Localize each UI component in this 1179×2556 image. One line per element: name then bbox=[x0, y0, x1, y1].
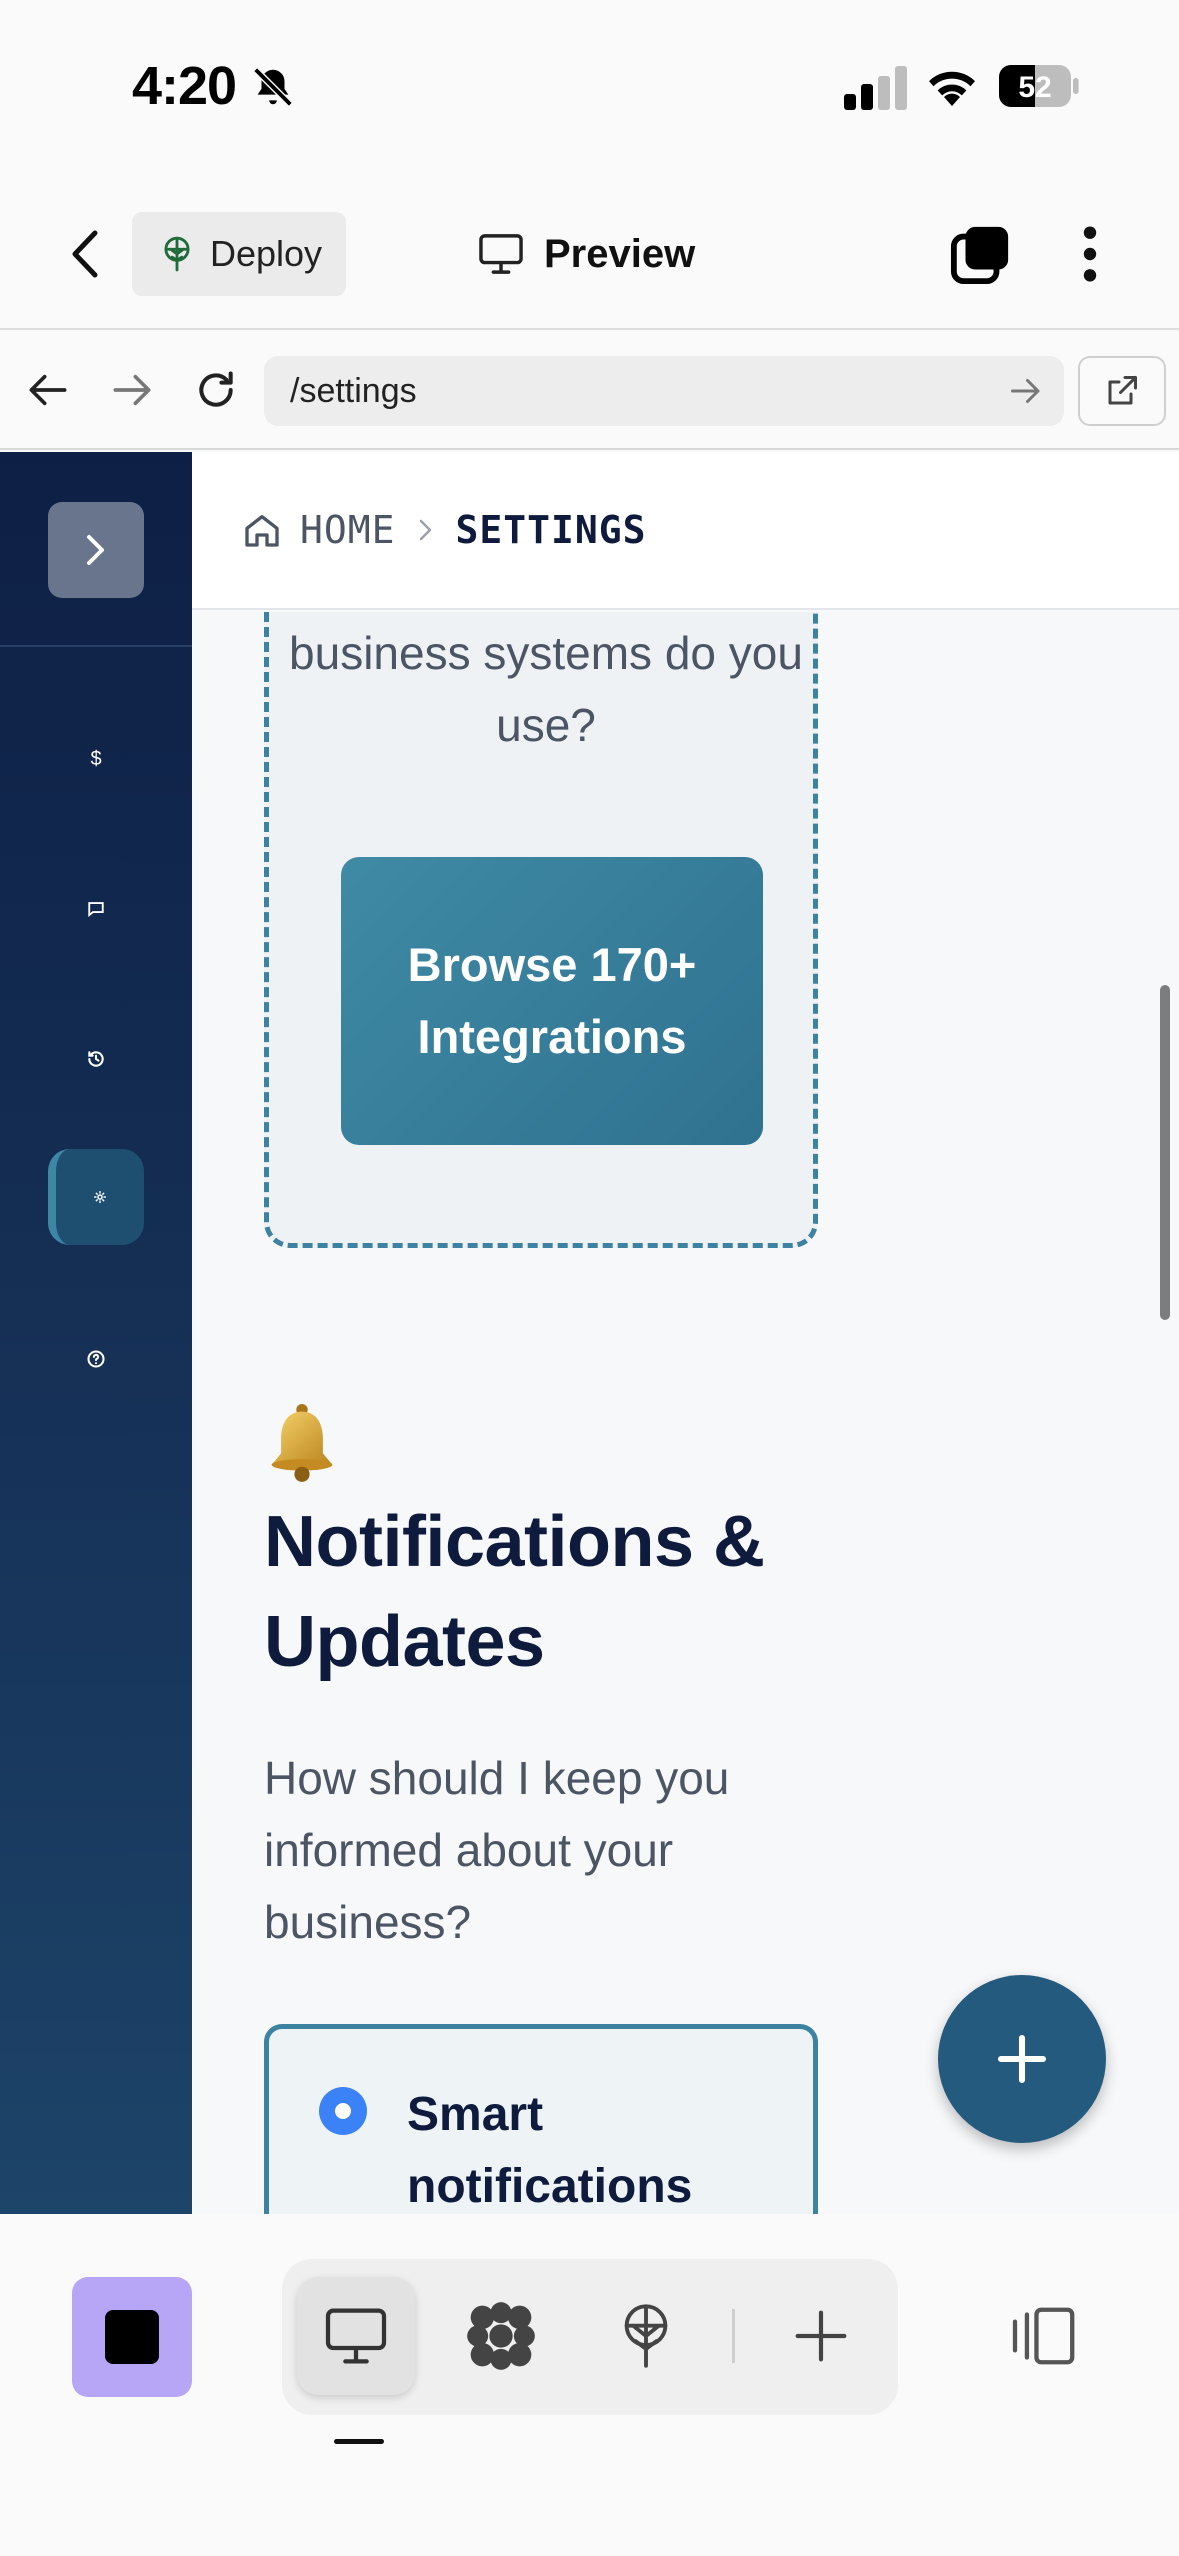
open-external-button[interactable] bbox=[1078, 356, 1166, 426]
refresh-icon bbox=[199, 371, 233, 407]
monitor-icon bbox=[479, 234, 523, 274]
browse-integrations-button[interactable]: Browse 170+ Integrations bbox=[341, 857, 763, 1145]
sidebar-item-help[interactable] bbox=[48, 1311, 144, 1407]
sidebar-item-history[interactable] bbox=[48, 1011, 144, 1107]
app-top-bar: Deploy Preview bbox=[0, 175, 1179, 330]
back-button[interactable] bbox=[58, 221, 114, 287]
deploy-tree-icon bbox=[624, 2304, 668, 2368]
sidebar-item-billing[interactable]: $ bbox=[48, 711, 144, 807]
browser-forward-button[interactable] bbox=[104, 362, 160, 418]
preview-title[interactable]: Preview bbox=[478, 221, 695, 287]
view-switcher bbox=[282, 2259, 898, 2415]
gear-icon bbox=[94, 1191, 106, 1203]
chevron-right-icon bbox=[87, 535, 104, 565]
sidebar-item-settings[interactable] bbox=[48, 1149, 144, 1245]
deploy-button[interactable]: Deploy bbox=[132, 212, 346, 296]
plus-icon bbox=[997, 2034, 1047, 2084]
breadcrumb: HOME SETTINGS bbox=[192, 452, 1179, 610]
bottom-toolbar bbox=[0, 2214, 1179, 2556]
blob-grid-icon bbox=[467, 2302, 535, 2370]
browser-bar: /settings bbox=[0, 332, 1179, 450]
stop-icon bbox=[105, 2310, 159, 2364]
scrollbar[interactable] bbox=[1160, 985, 1170, 1320]
dollar-icon: $ bbox=[90, 747, 102, 770]
preview-label: Preview bbox=[544, 231, 696, 276]
bell-slash-icon bbox=[253, 67, 293, 107]
arrow-left-icon bbox=[29, 374, 67, 406]
plus-icon bbox=[795, 2310, 847, 2362]
radio-selected[interactable] bbox=[319, 2087, 367, 2135]
integrations-question: business systems do you use? bbox=[289, 627, 803, 751]
notification-option-smart[interactable]: Smart notifications bbox=[264, 2024, 818, 2214]
wifi-icon bbox=[929, 71, 975, 106]
chevron-left-icon bbox=[72, 230, 98, 278]
help-circle-icon bbox=[87, 1350, 105, 1368]
deploy-tree-icon bbox=[164, 236, 190, 272]
deploy-label: Deploy bbox=[210, 233, 323, 274]
more-vertical-icon[interactable] bbox=[1070, 223, 1110, 285]
toolbar-separator bbox=[732, 2309, 735, 2363]
go-arrow-icon[interactable] bbox=[1008, 373, 1044, 409]
sidebar-item-messages[interactable] bbox=[48, 861, 144, 957]
url-text: /settings bbox=[290, 371, 417, 410]
stop-button[interactable] bbox=[72, 2277, 192, 2397]
add-fab-button[interactable] bbox=[938, 1975, 1106, 2143]
desktop-view-button[interactable] bbox=[297, 2277, 415, 2395]
monitor-icon bbox=[325, 2308, 387, 2364]
bell-icon bbox=[271, 1404, 333, 1482]
canvas-view-button[interactable] bbox=[442, 2277, 560, 2395]
external-link-icon bbox=[1108, 376, 1137, 405]
integrations-card: business systems do you use? Browse 170+… bbox=[264, 612, 818, 1248]
breadcrumb-current: SETTINGS bbox=[455, 508, 647, 552]
cellular-signal-icon bbox=[844, 66, 907, 110]
sidebar-divider bbox=[0, 645, 192, 647]
option-label: Smart notifications bbox=[407, 2088, 693, 2213]
chevron-right-icon bbox=[419, 519, 431, 541]
sidebar: $ bbox=[0, 452, 192, 2214]
reload-button[interactable] bbox=[188, 362, 244, 418]
settings-content: business systems do you use? Browse 170+… bbox=[192, 612, 1179, 2214]
tabs-icon[interactable] bbox=[950, 223, 1012, 285]
arrow-right-icon bbox=[113, 374, 151, 406]
status-time: 4:20 bbox=[132, 56, 237, 116]
history-icon bbox=[88, 1051, 104, 1067]
breadcrumb-home[interactable]: HOME bbox=[300, 508, 396, 552]
active-view-indicator bbox=[334, 2439, 384, 2444]
notifications-subtitle: How should I keep you informed about you… bbox=[264, 1752, 730, 1948]
deploy-view-button[interactable] bbox=[587, 2277, 705, 2395]
status-bar: 4:20 52 bbox=[0, 0, 1179, 175]
device-switch-icon bbox=[1012, 2307, 1075, 2365]
notifications-title: Notifications & Updates bbox=[264, 1502, 765, 1682]
message-icon bbox=[88, 902, 104, 917]
battery-icon: 52 bbox=[999, 65, 1079, 107]
device-toggle-button[interactable] bbox=[1000, 2284, 1092, 2388]
url-field[interactable]: /settings bbox=[264, 356, 1064, 426]
browser-back-button[interactable] bbox=[20, 362, 76, 418]
sidebar-expand-button[interactable] bbox=[48, 502, 144, 598]
home-icon[interactable] bbox=[242, 510, 282, 550]
battery-level: 52 bbox=[1018, 71, 1051, 104]
add-view-button[interactable] bbox=[762, 2277, 880, 2395]
